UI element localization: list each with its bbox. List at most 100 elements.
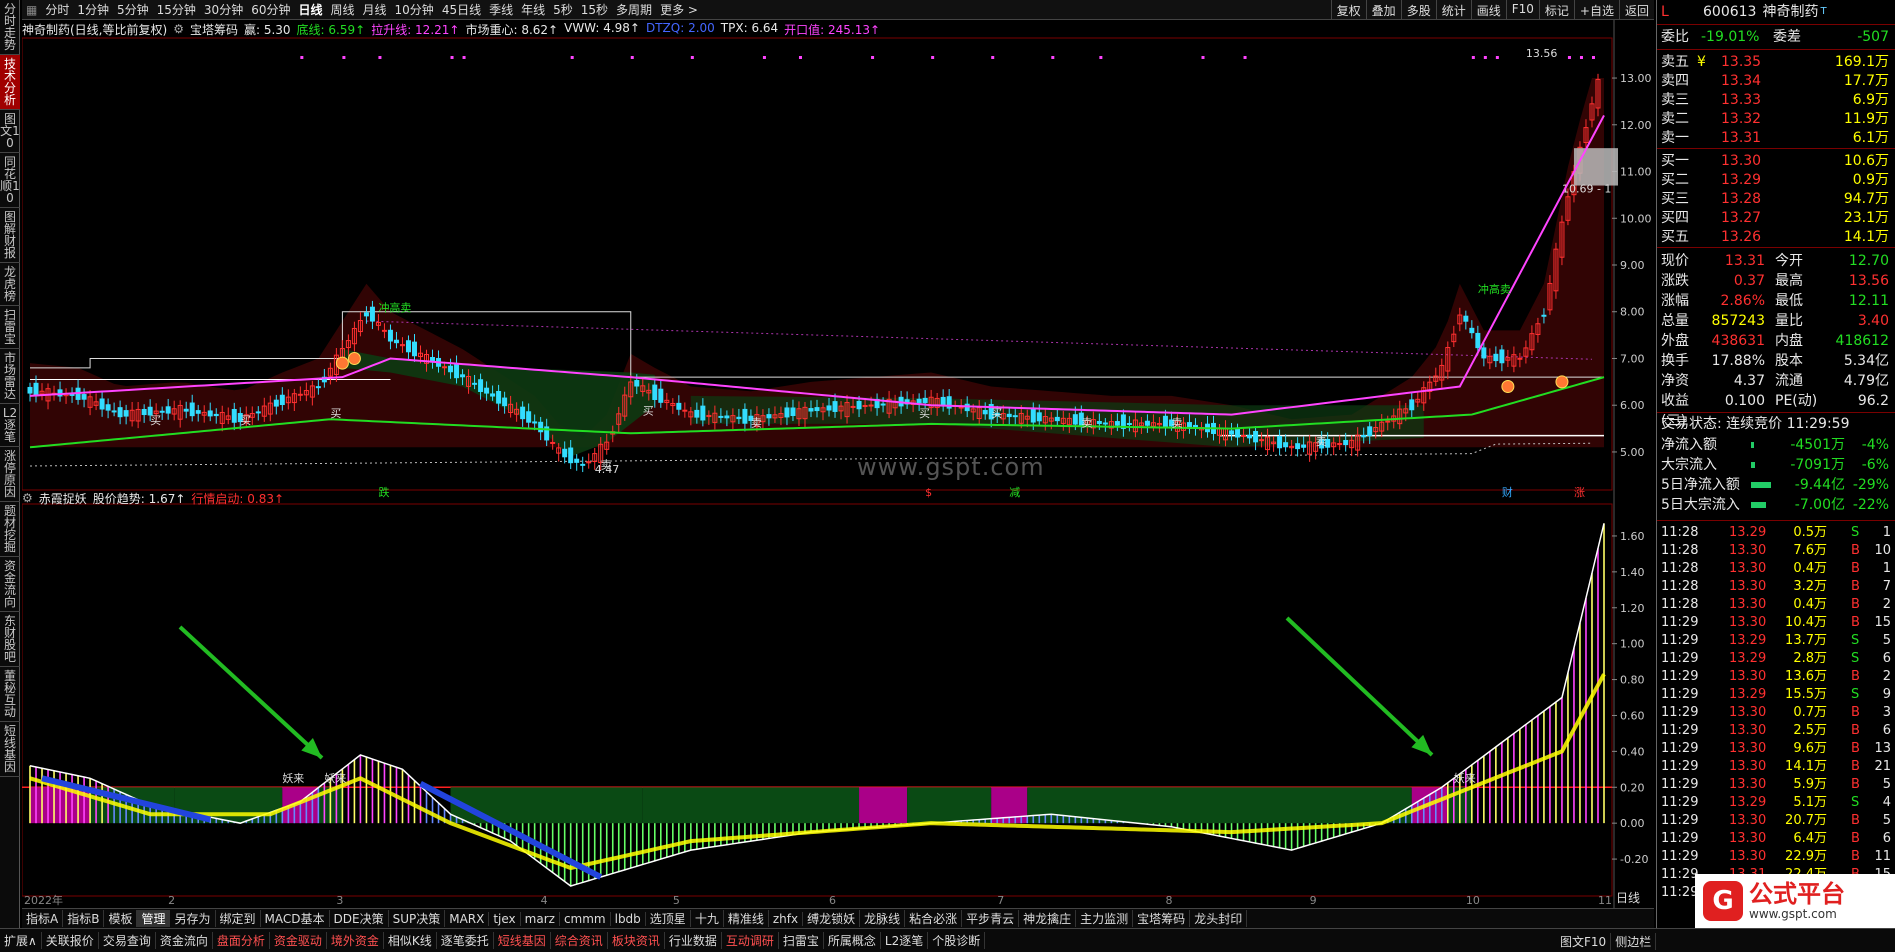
period-tab-10[interactable]: 45日线 [438,1,485,18]
function-tab-14[interactable]: 扫雷宝 [779,932,824,949]
function-tab-17[interactable]: 个股诊断 [928,932,986,949]
function-tab-1[interactable]: 关联报价 [42,932,99,949]
period-tab-11[interactable]: 季线 [485,1,517,18]
left-tab-9[interactable]: 涨停原因 [0,447,20,502]
toolbar-button-8[interactable]: 返回 [1618,0,1654,20]
f10-button[interactable]: 图文F10 [1556,933,1612,950]
left-tab-6[interactable]: 扫雷宝 [0,306,20,349]
indicator-tab-3[interactable]: 管理 [137,910,171,927]
toolbar-button-0[interactable]: 复权 [1330,0,1366,20]
function-tab-5[interactable]: 资金驱动 [270,932,327,949]
sidebar-button[interactable]: 侧边栏 [1611,933,1657,950]
candle-body [826,405,832,411]
function-tab-2[interactable]: 交易查询 [99,932,156,949]
function-tab-7[interactable]: 相似K线 [384,932,437,949]
function-tab-0[interactable]: 扩展∧ [0,932,42,949]
left-tab-14[interactable]: 短线基因 [0,722,20,777]
period-tab-7[interactable]: 周线 [327,1,359,18]
indicator-tab-9[interactable]: MARX [445,911,490,926]
function-tab-16[interactable]: L2逐笔 [881,932,929,949]
period-footer[interactable]: 日线 [1616,889,1640,906]
left-tab-2[interactable]: 图文10 [0,110,20,153]
toolbar-button-1[interactable]: 叠加 [1365,0,1401,20]
candle-body [652,384,658,401]
period-tab-14[interactable]: 15秒 [577,1,612,18]
indicator-tab-18[interactable]: 缚龙锁妖 [803,910,861,927]
indicator-tab-11[interactable]: marz [521,911,560,926]
left-tab-8[interactable]: L2逐笔 [0,404,20,447]
period-tab-15[interactable]: 多周期 [612,1,656,18]
stock-name[interactable]: 神奇制药 [1762,2,1818,22]
left-tab-13[interactable]: 董秘互动 [0,667,20,722]
toolbar-button-7[interactable]: +自选 [1573,0,1619,20]
function-tab-6[interactable]: 境外资金 [327,932,384,949]
left-tab-7[interactable]: 市场雷达 [0,349,20,404]
left-tab-10[interactable]: 题材挖掘 [0,502,20,557]
indicator-settings-icon[interactable]: ⚙ [173,22,184,36]
indicator-tab-4[interactable]: 另存为 [170,910,216,927]
function-tab-4[interactable]: 盘面分析 [213,932,270,949]
indicator-settings-icon[interactable]: ⚙ [22,491,33,505]
indicator-tab-8[interactable]: SUP决策 [389,910,446,927]
indicator-tab-22[interactable]: 神龙擒庄 [1019,910,1077,927]
period-tab-0[interactable]: 分时 [41,1,73,18]
indicator-tab-17[interactable]: zhfx [769,911,804,926]
toolbar-button-6[interactable]: 标记 [1538,0,1574,20]
indicator-tab-24[interactable]: 宝塔筹码 [1133,910,1191,927]
chart-canvas[interactable]: 13.00 12.00 11.00 10.00 9.00 8.00 7.00 6.00 5.00… [22,20,1654,908]
period-tab-4[interactable]: 30分钟 [200,1,247,18]
indicator-tab-5[interactable]: 绑定到 [216,910,261,927]
left-tab-12[interactable]: 东财股吧 [0,612,20,667]
function-tab-11[interactable]: 板块资讯 [608,932,665,949]
period-tab-3[interactable]: 15分钟 [153,1,200,18]
toolbar-button-2[interactable]: 多股 [1400,0,1436,20]
function-tab-10[interactable]: 综合资讯 [551,932,608,949]
indicator-tab-12[interactable]: cmmm [560,911,611,926]
grid-icon[interactable]: ▦ [22,3,41,17]
period-tab-8[interactable]: 月线 [359,1,391,18]
period-tab-12[interactable]: 年线 [517,1,549,18]
toolbar-button-4[interactable]: 画线 [1470,0,1506,20]
indicator-tab-13[interactable]: lbdb [611,911,646,926]
indicator-tab-6[interactable]: MACD基本 [261,910,330,927]
weicha-value: -507 [1857,29,1889,45]
function-tab-9[interactable]: 短线基因 [494,932,551,949]
period-tab-2[interactable]: 5分钟 [113,1,153,18]
period-tab-13[interactable]: 5秒 [549,1,577,18]
toolbar-button-5[interactable]: F10 [1505,0,1539,20]
period-tab-6[interactable]: 日线 [294,1,326,18]
indicator-tab-20[interactable]: 粘合必涨 [905,910,963,927]
left-tab-0[interactable]: 分时走势 [0,0,20,55]
indicator-tab-21[interactable]: 平步青云 [962,910,1020,927]
main-indicator-name[interactable]: 宝塔筹码 [190,21,238,38]
indicator-tab-19[interactable]: 龙脉线 [860,910,906,927]
indicator-tab-15[interactable]: 十九 [691,910,724,927]
function-tab-8[interactable]: 逐笔委托 [437,932,494,949]
left-tab-5[interactable]: 龙虎榜 [0,263,20,306]
indicator-tab-16[interactable]: 精准线 [724,910,769,927]
bid-price: 13.28 [1721,191,1762,207]
function-tab-3[interactable]: 资金流向 [156,932,213,949]
function-tab-15[interactable]: 所属概念 [824,932,881,949]
indicator-tab-10[interactable]: tjex [489,911,521,926]
left-tab-4[interactable]: 图解财报 [0,208,20,263]
function-tab-12[interactable]: 行业数据 [665,932,722,949]
indicator-tab-23[interactable]: 主力监测 [1076,910,1134,927]
left-tab-3[interactable]: 同花顺10 [0,153,20,208]
function-tab-13[interactable]: 互动调研 [722,932,779,949]
indicator-tab-7[interactable]: DDE决策 [330,910,389,927]
chart-area[interactable]: 13.00 12.00 11.00 10.00 9.00 8.00 7.00 6.00 5.00… [22,20,1654,908]
left-tab-1[interactable]: 技术分析 [0,55,20,110]
period-tab-9[interactable]: 10分钟 [391,1,438,18]
toolbar-button-3[interactable]: 统计 [1435,0,1471,20]
period-tab-5[interactable]: 60分钟 [247,1,294,18]
period-tab-16[interactable]: 更多 > [656,1,702,18]
sub-indicator-name[interactable]: 赤霞捉妖 [39,490,87,507]
period-tab-1[interactable]: 1分钟 [73,1,113,18]
left-tab-11[interactable]: 资金流向 [0,557,20,612]
indicator-tab-25[interactable]: 龙头封印 [1190,910,1248,927]
indicator-tab-14[interactable]: 选顶星 [646,910,691,927]
indicator-tab-1[interactable]: 指标B [63,910,105,927]
indicator-tab-2[interactable]: 模板 [104,910,138,927]
indicator-tab-0[interactable]: 指标A [22,910,64,927]
